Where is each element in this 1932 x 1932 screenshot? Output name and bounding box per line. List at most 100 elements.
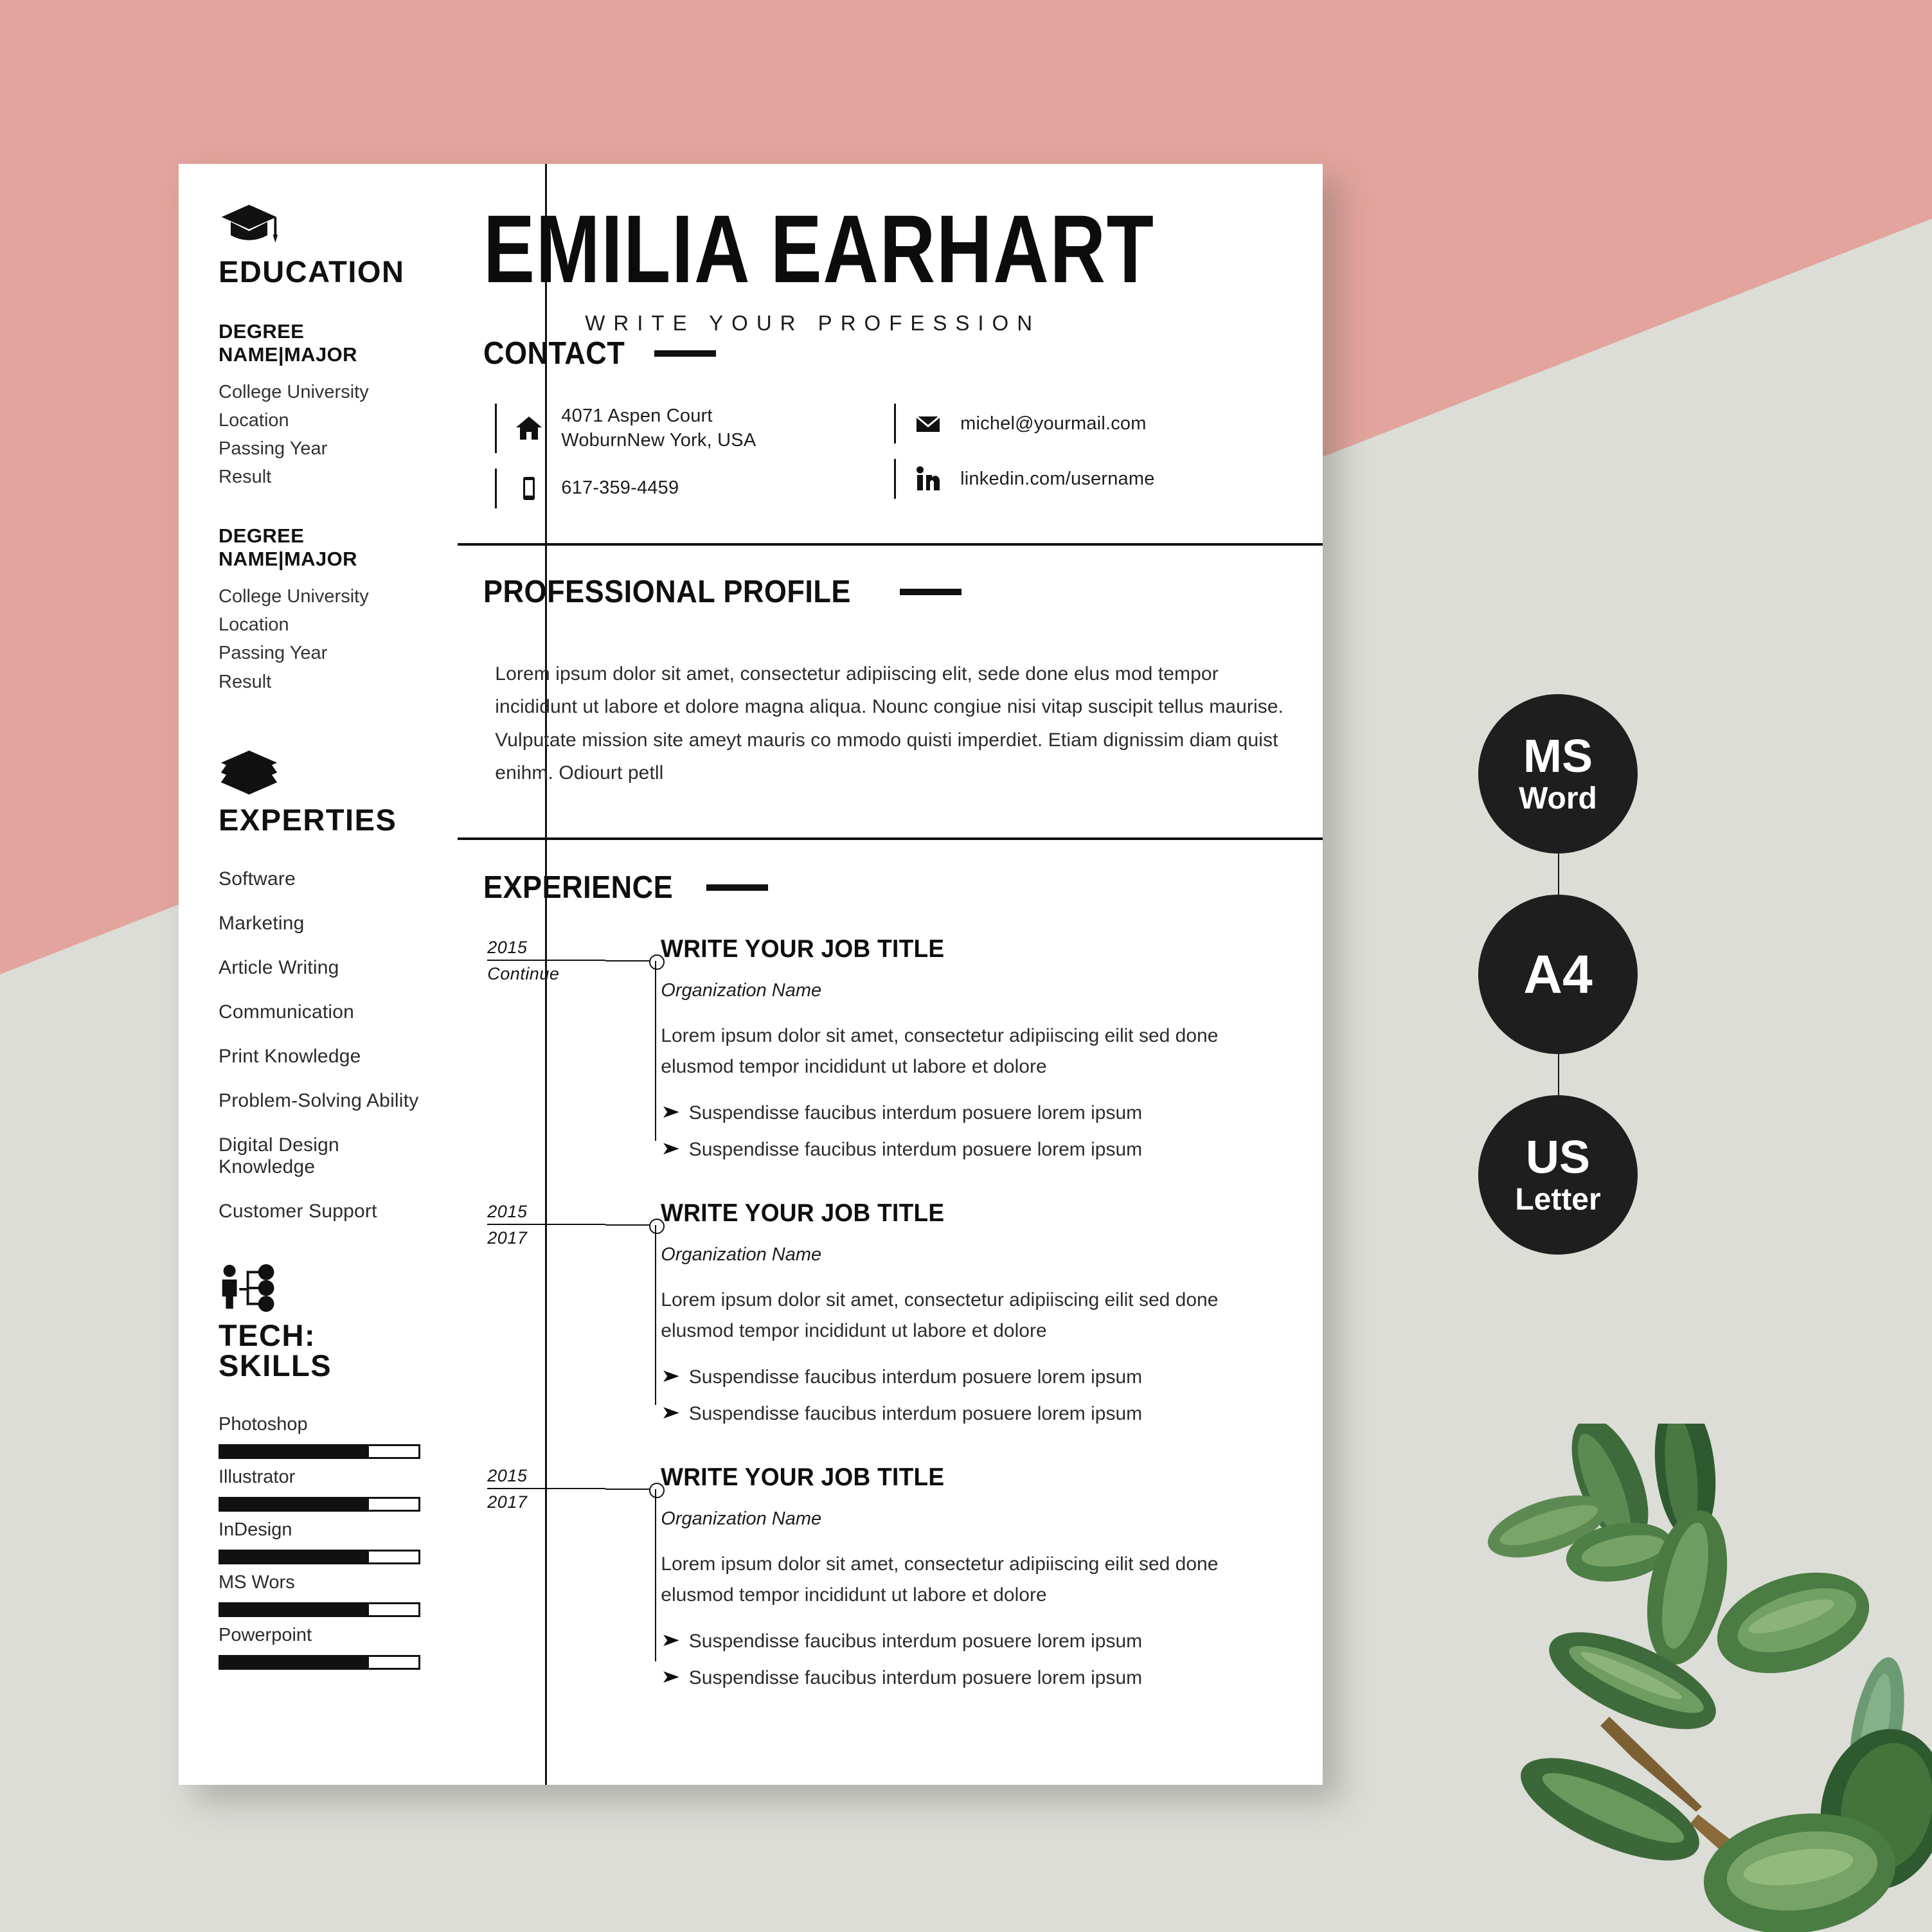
education-heading: EDUCATION [219, 255, 405, 289]
arrow-icon: ➤ [661, 1138, 681, 1158]
skill-fill [220, 1604, 370, 1615]
arrow-icon: ➤ [661, 1629, 681, 1650]
experience-job-title: WRITE YOUR JOB TITLE [661, 935, 945, 963]
experience-heading-row: EXPERIENCE [483, 870, 1293, 906]
education-result: Result [219, 671, 272, 692]
experience-entry: 2015 2017 WRITE YOUR JOB TITLE Organizat… [483, 1198, 1293, 1438]
contact-phone[interactable]: 617-359-4459 [561, 476, 679, 500]
education-result: Result [219, 467, 272, 488]
heading-rule [706, 884, 769, 891]
mockup-stage: MS Word A4 US Letter EDUCATION DEGREE NA… [0, 0, 1932, 1932]
tech-skills-icon [222, 1264, 274, 1312]
badge-a4-top: A4 [1523, 944, 1593, 1005]
experience-date: 2015 2017 [483, 1198, 665, 1438]
address-line-2: WoburnNew York, USA [561, 430, 756, 451]
education-item: DEGREE NAME|MAJOR College University Loc… [219, 320, 420, 491]
profile-heading-row: PROFESSIONAL PROFILE [483, 574, 1293, 610]
experience-bullet: ➤ Suspendisse faucibus interdum posuere … [661, 1137, 1293, 1162]
experience-description: Lorem ipsum dolor sit amet, consectetur … [661, 1553, 1219, 1606]
education-year: Passing Year [219, 438, 328, 460]
bullet-text: Suspendisse faucibus interdum posuere lo… [688, 1138, 1143, 1160]
arrow-icon: ➤ [661, 1666, 681, 1686]
arrow-icon: ➤ [661, 1365, 681, 1386]
experience-date-start: 2015 [487, 937, 528, 957]
experties-item: Communication [219, 1001, 355, 1023]
experience-entry: 2015 2017 WRITE YOUR JOB TITLE Organizat… [483, 1462, 1293, 1702]
experience-organization: Organization Name [661, 1508, 822, 1529]
contact-email[interactable]: michel@yourmail.com [960, 411, 1146, 436]
experience-bullet: ➤ Suspendisse faucibus interdum posuere … [661, 1401, 1293, 1426]
bullet-text: Suspendisse faucibus interdum posuere lo… [688, 1366, 1143, 1388]
address-line-1: 4071 Aspen Court [561, 406, 713, 426]
contact-grid: 4071 Aspen Court WoburnNew York, USA 617… [483, 374, 1293, 543]
tech-skills-heading: TECH: SKILLS [219, 1318, 332, 1382]
name-block: EMILIA EARHART WRITE YOUR PROFESSION [458, 164, 1323, 335]
skill-row: Illustrator [219, 1466, 421, 1512]
resume-main: EMILIA EARHART WRITE YOUR PROFESSION CON… [458, 164, 1323, 1785]
education-item: DEGREE NAME|MAJOR College University Loc… [219, 524, 420, 695]
graduation-cap-icon [221, 204, 278, 243]
heading-rule [899, 588, 962, 595]
experience-bullet: ➤ Suspendisse faucibus interdum posuere … [661, 1364, 1293, 1390]
contact-section: CONTACT 4071 Aspen Court WoburnNew York,… [458, 335, 1323, 543]
contact-heading-row: CONTACT [483, 335, 1293, 371]
badge-ms-word[interactable]: MS Word [1478, 694, 1638, 854]
layers-icon [220, 750, 278, 794]
plant-illustration [1487, 1424, 1932, 1932]
experience-description: Lorem ipsum dolor sit amet, consectetur … [661, 1289, 1219, 1341]
skill-name: Photoshop [219, 1413, 308, 1435]
profile-text: Lorem ipsum dolor sit amet, consectetur … [495, 663, 1284, 784]
bullet-text: Suspendisse faucibus interdum posuere lo… [688, 1630, 1143, 1652]
profession-subtitle: WRITE YOUR PROFESSION [585, 311, 1041, 335]
contact-column-left: 4071 Aspen Court WoburnNew York, USA 617… [495, 397, 894, 517]
experience-body: WRITE YOUR JOB TITLE Organization Name L… [605, 934, 1293, 1174]
experience-section: EXPERIENCE 2015 Continue WRITE YOUR JOB … [458, 840, 1323, 1702]
skill-row: Powerpoint [219, 1624, 421, 1670]
education-location: College University Location [219, 586, 369, 636]
experience-organization: Organization Name [661, 979, 822, 1001]
experties-item: Article Writing [219, 956, 339, 978]
contact-address: 4071 Aspen Court WoburnNew York, USA [561, 404, 756, 453]
envelope-icon [911, 409, 945, 438]
experience-job-title: WRITE YOUR JOB TITLE [661, 1199, 945, 1227]
experties-item: Problem-Solving Ability [219, 1089, 419, 1111]
experience-date-end: 2017 [487, 1228, 528, 1248]
bullet-text: Suspendisse faucibus interdum posuere lo… [688, 1102, 1143, 1123]
contact-linkedin-row: linkedin.com/username [894, 452, 1293, 508]
linkedin-icon [911, 465, 945, 493]
experience-bullet: ➤ Suspendisse faucibus interdum posuere … [661, 1665, 1293, 1690]
experience-date: 2015 Continue [483, 934, 665, 1174]
experties-item: Print Knowledge [219, 1045, 361, 1067]
skill-row: Photoshop [219, 1413, 421, 1459]
profile-heading: PROFESSIONAL PROFILE [483, 574, 852, 609]
badge-a4[interactable]: A4 [1478, 895, 1638, 1054]
education-degree: DEGREE NAME|MAJOR [219, 320, 357, 366]
education-location: College University Location [219, 382, 369, 431]
experience-organization: Organization Name [661, 1244, 822, 1265]
experience-job-title: WRITE YOUR JOB TITLE [661, 1463, 945, 1491]
phone-icon [512, 474, 546, 503]
experties-item: Customer Support [219, 1200, 377, 1222]
experience-timeline: 2015 Continue WRITE YOUR JOB TITLE Organ… [483, 908, 1293, 1702]
divider [894, 404, 897, 443]
badge-us-letter-bottom: Letter [1515, 1183, 1601, 1217]
experience-bullet: ➤ Suspendisse faucibus interdum posuere … [661, 1629, 1293, 1654]
badge-us-letter-top: US [1525, 1132, 1591, 1183]
experience-date-end: Continue [487, 963, 560, 983]
arrow-icon: ➤ [661, 1402, 681, 1422]
contact-heading: CONTACT [483, 336, 625, 371]
experties-item: Software [219, 868, 296, 890]
contact-linkedin[interactable]: linkedin.com/username [960, 467, 1154, 491]
skill-name: MS Wors [219, 1571, 295, 1593]
experience-date-start: 2015 [487, 1465, 528, 1485]
experience-bullet: ➤ Suspendisse faucibus interdum posuere … [661, 1100, 1293, 1125]
contact-email-row: michel@yourmail.com [894, 397, 1293, 452]
badge-ms-word-top: MS [1523, 731, 1593, 782]
badge-us-letter[interactable]: US Letter [1478, 1095, 1638, 1255]
skill-name: Powerpoint [219, 1624, 312, 1645]
skill-track [219, 1444, 421, 1459]
skill-row: MS Wors [219, 1571, 421, 1617]
divider [894, 459, 897, 499]
contact-phone-row: 617-359-4459 [495, 462, 894, 517]
skill-name: Illustrator [219, 1466, 296, 1487]
